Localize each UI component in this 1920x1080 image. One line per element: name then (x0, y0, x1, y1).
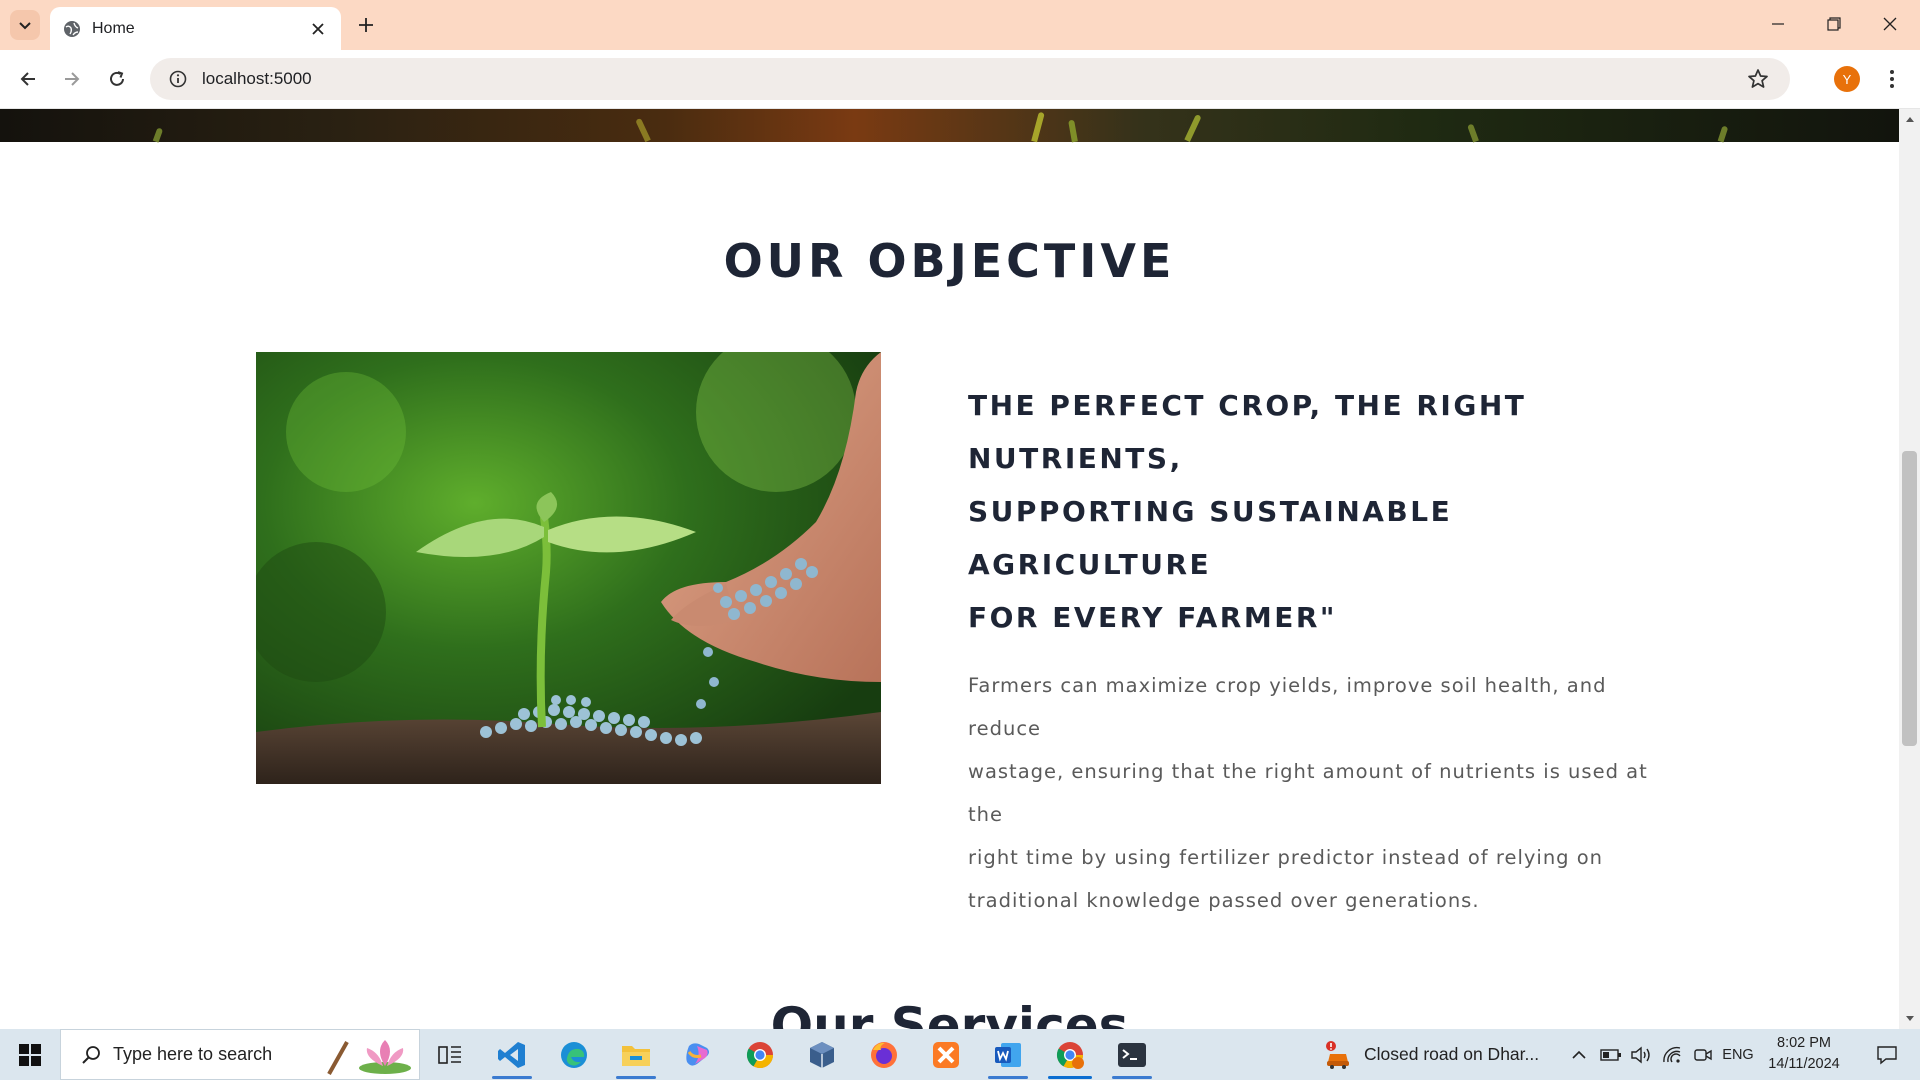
taskbar-app-word[interactable] (980, 1029, 1036, 1080)
traffic-alert-icon (1326, 1040, 1349, 1069)
battery-icon (1600, 1048, 1621, 1061)
show-hidden-icons-button[interactable] (1566, 1029, 1592, 1080)
volume-control[interactable] (1628, 1029, 1654, 1080)
objective-section-title: OUR OBJECTIVE (723, 234, 1176, 288)
url-text[interactable]: localhost:5000 (202, 69, 312, 89)
meet-now-button[interactable] (1690, 1029, 1716, 1080)
forward-button[interactable] (56, 63, 88, 95)
bookmark-star-icon[interactable] (1746, 67, 1770, 91)
objective-text-block: THE PERFECT CROP, THE RIGHT NUTRIENTS, S… (968, 379, 1648, 922)
taskbar-clock[interactable]: 8:02 PM 14/11/2024 (1760, 1033, 1848, 1075)
news-widget[interactable]: Closed road on Dhar... (1324, 1029, 1554, 1080)
windows-taskbar: Type here to search Closed road on Dhar.… (0, 1029, 1920, 1080)
objective-description-line: traditional knowledge passed over genera… (968, 889, 1480, 912)
search-icon (71, 1045, 111, 1065)
globe-icon (62, 19, 82, 39)
objective-description-line: wastage, ensuring that the right amount … (968, 760, 1648, 826)
arrow-right-icon (65, 72, 80, 86)
folder-icon (622, 1045, 650, 1066)
page-scrollbar[interactable] (1899, 109, 1920, 1029)
chrome-icon (746, 1041, 774, 1068)
virtualbox-icon (810, 1041, 834, 1068)
battery-status[interactable] (1598, 1029, 1624, 1080)
taskbar-app-edge[interactable] (546, 1029, 602, 1080)
chrome-profile-icon (1056, 1041, 1084, 1069)
word-icon (995, 1042, 1021, 1067)
taskbar-app-file-explorer[interactable] (608, 1029, 664, 1080)
objective-heading-line: FOR EVERY FARMER" (968, 601, 1337, 634)
start-button[interactable] (0, 1029, 60, 1080)
reload-button[interactable] (101, 63, 133, 95)
taskbar-app-chrome[interactable] (732, 1029, 788, 1080)
clock-time: 8:02 PM (1777, 1035, 1831, 1051)
browser-menu-button[interactable] (1878, 64, 1906, 94)
taskbar-app-firefox[interactable] (856, 1029, 912, 1080)
notification-icon (1877, 1045, 1897, 1064)
notification-center-button[interactable] (1862, 1029, 1912, 1080)
taskbar-app-virtualbox[interactable] (794, 1029, 850, 1080)
firefox-icon (871, 1041, 897, 1068)
terminal-icon (1118, 1042, 1146, 1067)
xampp-icon (933, 1041, 959, 1068)
chevron-down-icon (19, 22, 31, 30)
objective-description-line: Farmers can maximize crop yields, improv… (968, 674, 1607, 740)
seedling-fertilizer-image (256, 352, 881, 784)
restore-icon (1827, 17, 1841, 31)
services-section-title: Our Services (770, 997, 1129, 1029)
chevron-up-icon (1572, 1050, 1586, 1059)
close-icon (1883, 17, 1897, 31)
objective-description-line: right time by using fertilizer predictor… (968, 846, 1604, 869)
speaker-icon (1631, 1046, 1650, 1063)
scrollbar-thumb[interactable] (1902, 451, 1917, 746)
tab-strip: Home (0, 0, 1920, 50)
close-window-button[interactable] (1862, 0, 1918, 48)
objective-heading-line: SUPPORTING SUSTAINABLE AGRICULTURE (968, 495, 1453, 581)
taskbar-app-vscode[interactable] (484, 1029, 540, 1080)
hero-image-bottom (0, 109, 1899, 143)
plus-icon (359, 18, 373, 32)
taskbar-app-chrome-profile[interactable] (1042, 1029, 1098, 1080)
scroll-up-arrow-icon[interactable] (1899, 111, 1920, 127)
taskbar-app-copilot[interactable] (670, 1029, 726, 1080)
scroll-down-arrow-icon[interactable] (1899, 1011, 1920, 1027)
vscode-icon (498, 1041, 525, 1068)
taskbar-search-box[interactable]: Type here to search (60, 1029, 420, 1080)
lotus-decoration-icon (327, 1040, 411, 1075)
reload-icon (110, 71, 124, 86)
camera-icon (1694, 1048, 1712, 1061)
browser-tab-home[interactable]: Home (50, 7, 341, 50)
wifi-icon (1663, 1046, 1681, 1063)
task-view-icon (438, 1045, 461, 1064)
taskbar-app-terminal[interactable] (1104, 1029, 1160, 1080)
restore-button[interactable] (1806, 0, 1862, 48)
browser-toolbar: localhost:5000 Y (0, 50, 1920, 109)
tab-title: Home (92, 19, 135, 37)
taskbar-app-xampp[interactable] (918, 1029, 974, 1080)
news-headline: Closed road on Dhar... (1364, 1044, 1540, 1064)
tab-search-button[interactable] (10, 10, 40, 40)
minimize-icon (1772, 23, 1784, 25)
edge-icon (561, 1041, 587, 1068)
objective-heading: THE PERFECT CROP, THE RIGHT NUTRIENTS, S… (968, 379, 1648, 644)
search-placeholder: Type here to search (113, 1044, 273, 1064)
more-vertical-icon (1890, 70, 1894, 88)
objective-description: Farmers can maximize crop yields, improv… (968, 664, 1648, 922)
page-viewport: OUR OBJECTIVE THE PERFECT CROP, THE RIGH… (0, 109, 1899, 1029)
input-language[interactable]: ENG (1720, 1029, 1756, 1080)
profile-avatar[interactable]: Y (1834, 66, 1860, 92)
back-button[interactable] (12, 63, 44, 95)
windows-logo-icon (19, 1043, 41, 1066)
clock-date: 14/11/2024 (1768, 1056, 1840, 1072)
minimize-button[interactable] (1750, 0, 1806, 48)
address-bar[interactable]: localhost:5000 (150, 58, 1790, 100)
site-info-icon[interactable] (158, 59, 198, 99)
arrow-left-icon (20, 72, 35, 86)
network-status[interactable] (1658, 1029, 1686, 1080)
copilot-icon (686, 1042, 709, 1066)
objective-heading-line: THE PERFECT CROP, THE RIGHT NUTRIENTS, (968, 389, 1527, 475)
close-tab-icon[interactable] (307, 18, 329, 40)
new-tab-button[interactable] (352, 11, 380, 39)
task-view-button[interactable] (422, 1029, 478, 1080)
